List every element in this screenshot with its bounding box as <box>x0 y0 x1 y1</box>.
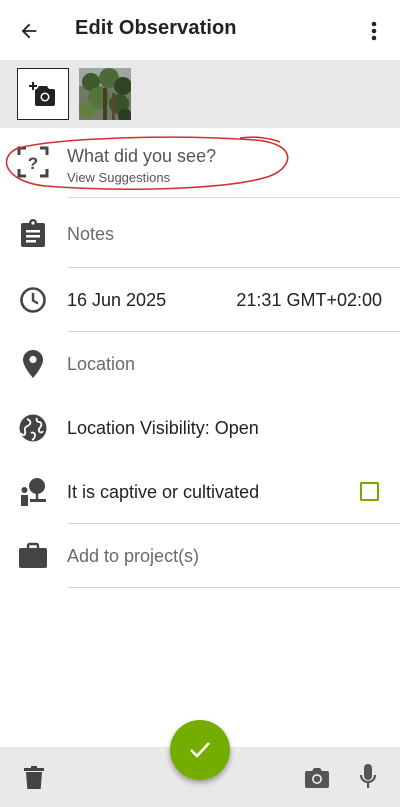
captive-label: It is captive or cultivated <box>67 482 260 502</box>
divider <box>67 587 400 588</box>
check-icon <box>190 742 210 758</box>
save-button[interactable] <box>170 720 230 780</box>
briefcase-icon <box>16 539 50 573</box>
microphone-icon[interactable] <box>353 761 383 793</box>
more-vert-icon[interactable] <box>362 16 386 46</box>
clock-icon <box>16 283 50 317</box>
camera-icon[interactable] <box>302 763 332 793</box>
location-visibility-row[interactable]: Location Visibility: Open <box>0 396 400 460</box>
captive-checkbox[interactable] <box>360 482 379 501</box>
time-value[interactable]: 21:31 GMT+02:00 <box>236 290 382 311</box>
location-input[interactable]: Location <box>67 354 135 375</box>
captive-plant-icon <box>16 475 50 509</box>
trash-icon[interactable] <box>20 763 48 793</box>
divider <box>67 197 400 198</box>
location-pin-icon <box>16 347 50 381</box>
photo-strip <box>0 60 400 128</box>
location-visibility-value[interactable]: Location Visibility: Open <box>67 418 259 439</box>
species-row[interactable]: ? What did you see? View Suggestions <box>0 130 400 198</box>
notes-row[interactable]: Notes <box>0 200 400 268</box>
datetime-row[interactable]: 16 Jun 2025 21:31 GMT+02:00 <box>0 268 400 332</box>
annotation-circle <box>5 136 289 190</box>
clipboard-icon <box>16 216 50 250</box>
date-value[interactable]: 16 Jun 2025 <box>67 290 166 311</box>
app-bar: Edit Observation <box>0 0 400 60</box>
captive-row[interactable]: It is captive or cultivated <box>0 460 400 524</box>
projects-input[interactable]: Add to project(s) <box>67 546 199 567</box>
location-row[interactable]: Location <box>0 332 400 396</box>
globe-icon <box>16 411 50 445</box>
add-photo-button[interactable] <box>17 68 69 120</box>
notes-input[interactable]: Notes <box>67 224 114 245</box>
back-arrow-icon[interactable] <box>14 16 44 46</box>
photo-thumbnail[interactable] <box>79 68 131 120</box>
add-photo-camera-icon <box>29 82 55 106</box>
projects-row[interactable]: Add to project(s) <box>0 524 400 588</box>
page-title: Edit Observation <box>75 17 237 39</box>
